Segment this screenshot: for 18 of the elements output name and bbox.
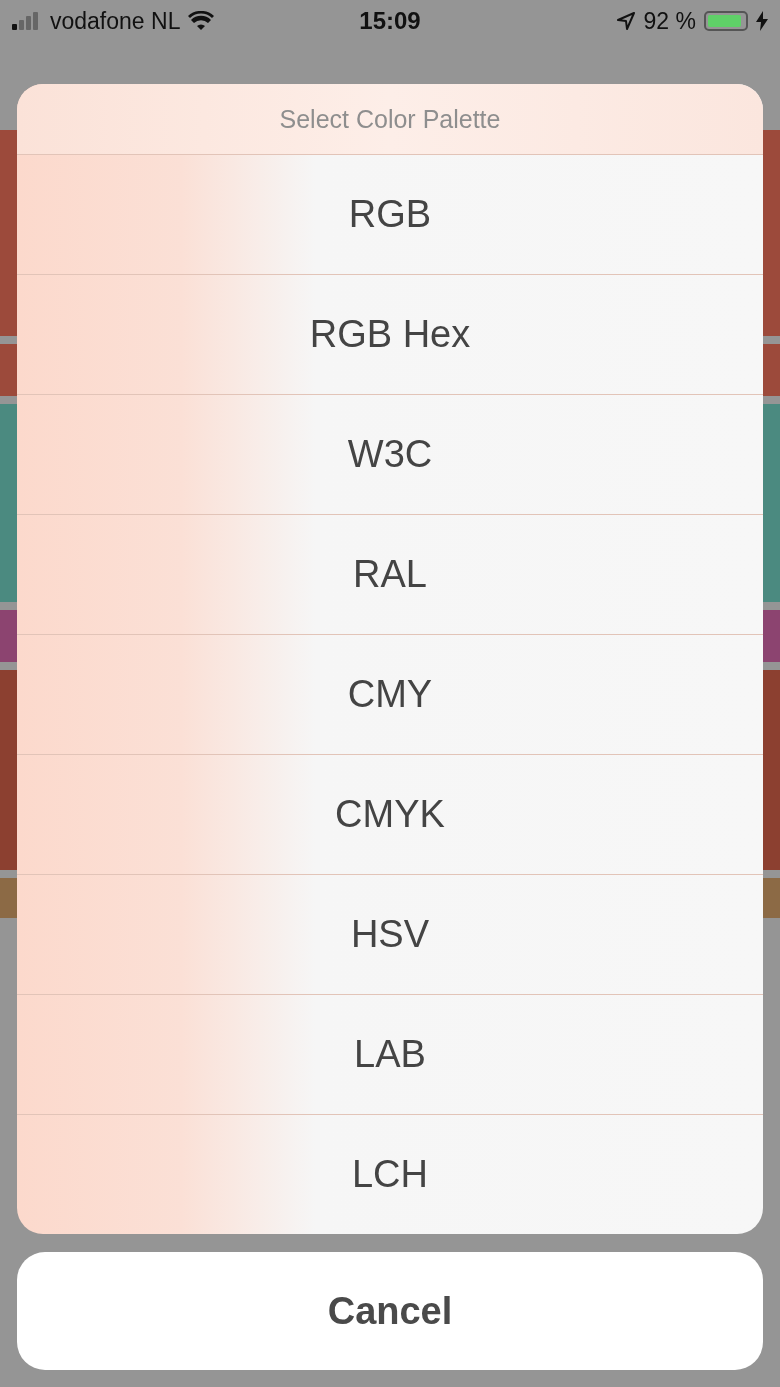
- palette-option[interactable]: HSV: [17, 874, 763, 994]
- cancel-button[interactable]: Cancel: [17, 1252, 763, 1370]
- palette-option[interactable]: LCH: [17, 1114, 763, 1234]
- battery-icon: [704, 11, 748, 31]
- clock-time: 15:09: [359, 7, 421, 35]
- palette-option[interactable]: RGB: [17, 154, 763, 274]
- carrier-name: vodafone NL: [50, 7, 181, 35]
- palette-option[interactable]: CMYK: [17, 754, 763, 874]
- palette-option[interactable]: RGB Hex: [17, 274, 763, 394]
- sheet-title: Select Color Palette: [17, 84, 763, 154]
- palette-option[interactable]: CMY: [17, 634, 763, 754]
- charging-bolt-icon: [756, 11, 768, 31]
- palette-option[interactable]: W3C: [17, 394, 763, 514]
- palette-option[interactable]: LAB: [17, 994, 763, 1114]
- palette-option[interactable]: RAL: [17, 514, 763, 634]
- location-arrow-icon: [615, 11, 636, 31]
- wifi-icon: [188, 11, 215, 31]
- battery-percentage: 92 %: [643, 7, 696, 35]
